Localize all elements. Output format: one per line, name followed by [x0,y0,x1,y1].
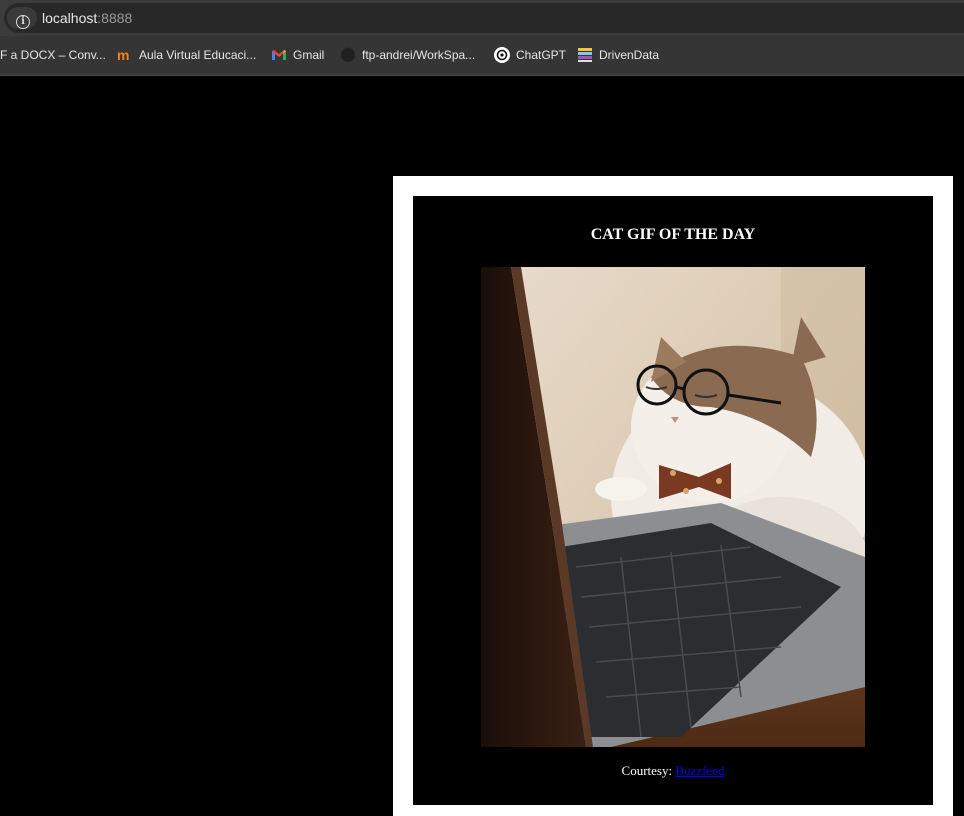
url-port: :8888 [97,10,133,26]
drivendata-icon [577,47,593,63]
bookmark-chatgpt[interactable]: ChatGPT [494,36,566,74]
bookmark-label: DrivenData [599,48,660,62]
bookmark-docx[interactable]: F a DOCX – Conv... [0,36,106,74]
cat-card-frame: CAT GIF OF THE DAY Courtesy: Buzzfeed [393,176,953,816]
gmail-icon [271,47,287,63]
bookmark-label: Gmail [293,48,325,62]
bookmark-aula-virtual[interactable]: m Aula Virtual Educaci... [117,36,256,74]
bookmark-github[interactable]: ftp-andrei/WorkSpa... [340,36,475,74]
url-field[interactable]: i localhost:8888 [4,3,964,33]
bookmarks-bar: F a DOCX – Conv... m Aula Virtual Educac… [0,36,964,76]
buzzfeed-link[interactable]: Buzzfeed [675,763,724,778]
url-host: localhost [42,10,98,26]
card-title: CAT GIF OF THE DAY [590,226,756,243]
address-bar: i localhost:8888 [0,0,964,36]
info-icon: i [16,15,30,29]
bookmark-label: Aula Virtual Educaci... [139,48,257,62]
courtesy-line: Courtesy: Buzzfeed [413,763,933,779]
github-icon [340,47,356,63]
courtesy-prefix: Courtesy: [621,763,676,778]
bookmark-label: F a DOCX – Conv... [0,48,106,62]
chatgpt-icon [494,47,510,63]
url-text[interactable]: localhost:8888 [42,3,132,33]
cat-gif [481,267,865,747]
cat-card: CAT GIF OF THE DAY Courtesy: Buzzfeed [413,196,933,805]
bookmark-label: ChatGPT [516,48,567,62]
site-info-button[interactable]: i [7,7,37,29]
bookmark-drivendata[interactable]: DrivenData [577,36,659,74]
bookmark-label: ftp-andrei/WorkSpa... [362,48,476,62]
moodle-icon: m [117,47,130,63]
bookmark-gmail[interactable]: Gmail [271,36,324,74]
